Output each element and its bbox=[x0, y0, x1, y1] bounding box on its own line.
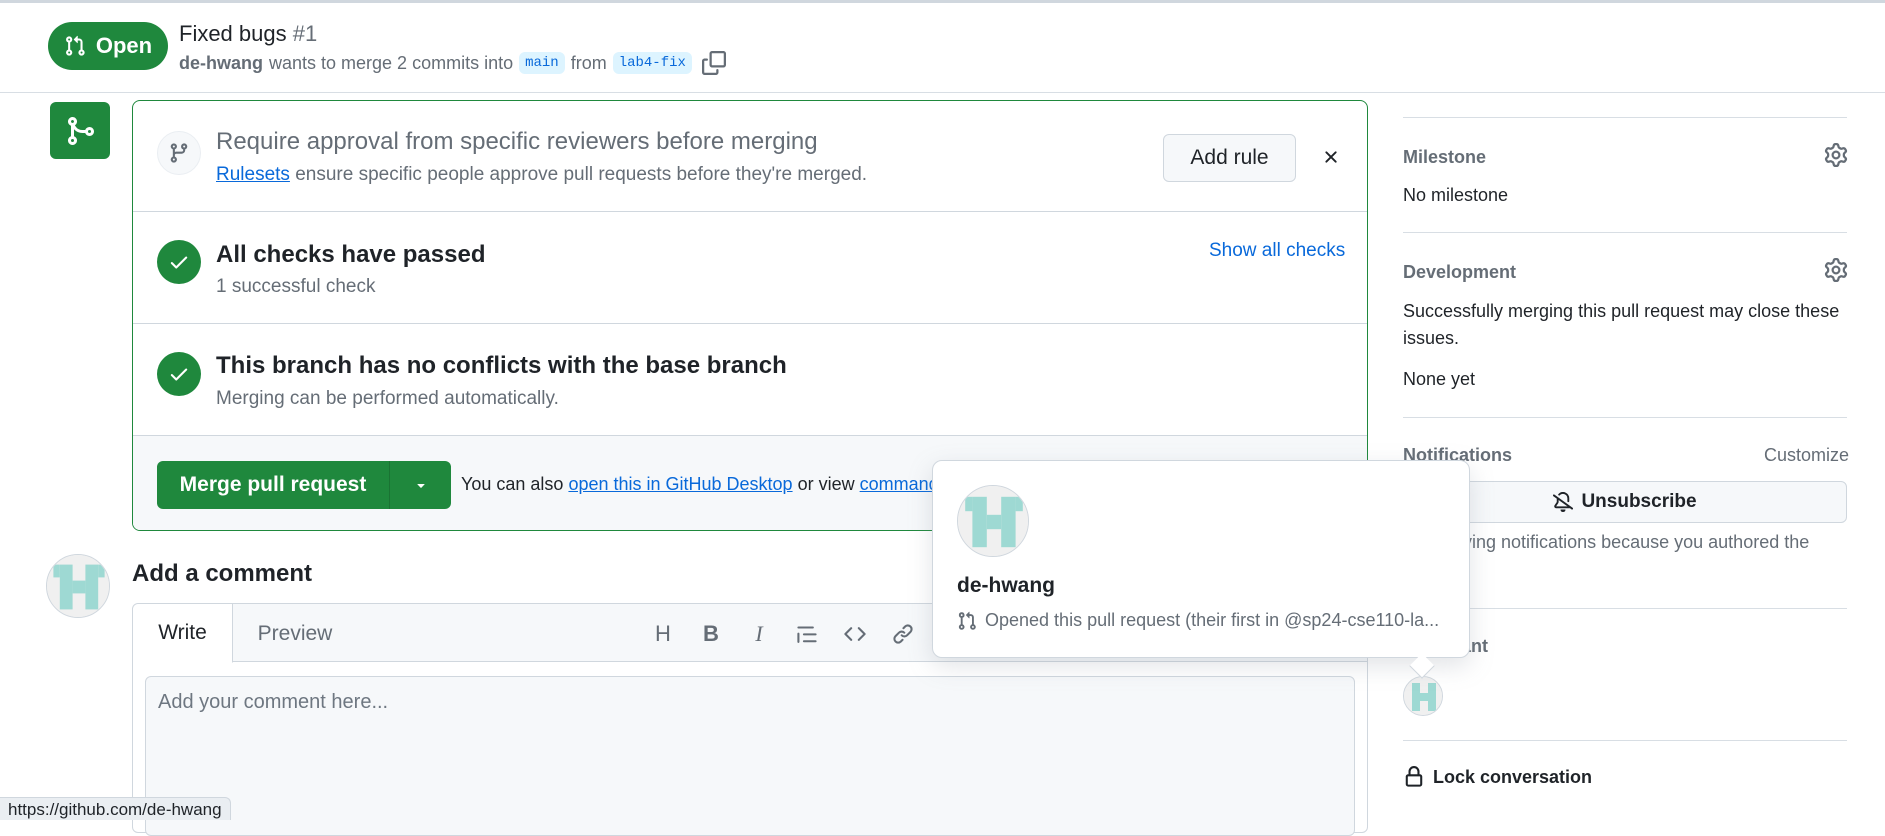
check-icon bbox=[157, 352, 201, 396]
conflicts-title: This branch has no conflicts with the ba… bbox=[216, 352, 787, 379]
checks-row: All checks have passed 1 successful chec… bbox=[133, 212, 1367, 324]
unsubscribe-label: Unsubscribe bbox=[1581, 491, 1697, 512]
command-line-link[interactable]: command bbox=[860, 474, 939, 494]
ruleset-desc-text: ensure specific people approve pull requ… bbox=[295, 164, 868, 185]
merge-button-group: Merge pull request bbox=[157, 461, 451, 509]
head-branch[interactable]: lab4-fix bbox=[612, 52, 692, 74]
github-desktop-link[interactable]: open this in GitHub Desktop bbox=[568, 474, 792, 494]
sidebar-divider bbox=[1403, 417, 1847, 418]
ruleset-row: Require approval from specific reviewers… bbox=[133, 101, 1367, 212]
check-icon bbox=[157, 240, 201, 284]
or-view-text: or view bbox=[797, 474, 855, 494]
link-icon[interactable] bbox=[889, 620, 917, 648]
conflicts-desc: Merging can be performed automatically. bbox=[216, 388, 559, 409]
hovercard-note-text: Opened this pull request (their first in… bbox=[985, 610, 1440, 630]
close-icon[interactable] bbox=[1319, 145, 1343, 169]
git-pull-request-icon bbox=[64, 35, 86, 57]
sidebar-divider bbox=[1403, 117, 1847, 118]
development-value: None yet bbox=[1403, 369, 1476, 389]
also-text: You can also bbox=[461, 474, 564, 494]
code-icon[interactable] bbox=[841, 620, 869, 648]
ruleset-title: Require approval from specific reviewers… bbox=[216, 128, 818, 155]
add-rule-button[interactable]: Add rule bbox=[1163, 134, 1296, 182]
page-title: Fixed bugs #1 bbox=[179, 21, 317, 47]
pr-subtitle: de-hwang wants to merge 2 commits into m… bbox=[179, 51, 726, 75]
development-heading: Development bbox=[1403, 262, 1517, 282]
author-link[interactable]: de-hwang bbox=[179, 53, 263, 74]
base-branch[interactable]: main bbox=[519, 52, 565, 74]
bell-slash-icon bbox=[1553, 492, 1574, 512]
from-text: from bbox=[570, 52, 607, 73]
checks-desc: 1 successful check bbox=[216, 276, 376, 297]
avatar[interactable] bbox=[46, 554, 110, 618]
gear-icon[interactable] bbox=[1824, 143, 1848, 167]
copy-icon[interactable] bbox=[701, 51, 726, 75]
notification-reason: ceiving notifications because you author… bbox=[1440, 532, 1810, 552]
state-label: Open bbox=[95, 33, 153, 58]
merge-alternatives: You can also open this in GitHub Desktop… bbox=[461, 474, 939, 495]
milestone-heading: Milestone bbox=[1403, 147, 1487, 167]
comment-textarea[interactable]: Add your comment here... bbox=[145, 676, 1355, 836]
customize-link[interactable]: Customize bbox=[1764, 445, 1849, 466]
hovercard-note: Opened this pull request (their first in… bbox=[957, 610, 1439, 631]
show-all-checks-link[interactable]: Show all checks bbox=[1209, 240, 1345, 262]
pr-number: #1 bbox=[292, 21, 318, 46]
add-comment-heading: Add a comment bbox=[132, 560, 313, 587]
status-bar-url: https://github.com/de-hwang bbox=[0, 797, 231, 820]
gear-icon[interactable] bbox=[1824, 258, 1848, 282]
lock-label: Lock conversation bbox=[1433, 766, 1593, 787]
bold-icon[interactable]: B bbox=[697, 620, 725, 648]
rulesets-link[interactable]: Rulesets bbox=[216, 164, 290, 185]
git-merge-icon bbox=[50, 102, 110, 159]
branch-icon bbox=[157, 131, 201, 175]
tab-write[interactable]: Write bbox=[133, 604, 233, 663]
quote-icon[interactable] bbox=[793, 620, 821, 648]
user-hovercard: de-hwang Opened this pull request (their… bbox=[932, 460, 1470, 679]
checks-title: All checks have passed bbox=[216, 241, 486, 268]
merge-pull-request-button[interactable]: Merge pull request bbox=[157, 461, 390, 509]
triangle-down-icon bbox=[413, 477, 429, 493]
merge-text: wants to merge 2 commits into bbox=[269, 52, 514, 73]
conflicts-row: This branch has no conflicts with the ba… bbox=[133, 324, 1367, 436]
milestone-value: No milestone bbox=[1403, 185, 1509, 205]
lock-conversation-link[interactable]: Lock conversation bbox=[1403, 766, 1592, 788]
tab-preview[interactable]: Preview bbox=[233, 604, 357, 663]
pr-header: Open Fixed bugs #1 de-hwang wants to mer… bbox=[0, 3, 1885, 93]
sidebar-divider bbox=[1403, 740, 1847, 741]
merge-dropdown-button[interactable] bbox=[390, 461, 451, 509]
state-badge: Open bbox=[48, 22, 168, 70]
italic-icon[interactable]: I bbox=[745, 620, 773, 648]
hovercard-username[interactable]: de-hwang bbox=[957, 574, 1055, 598]
hovercard-pointer bbox=[1409, 653, 1435, 679]
development-text: Successfully merging this pull request m… bbox=[1403, 301, 1840, 348]
pr-title-text: Fixed bugs bbox=[179, 21, 287, 46]
ruleset-desc: Rulesets ensure specific people approve … bbox=[216, 164, 867, 186]
avatar[interactable] bbox=[1403, 676, 1443, 716]
avatar[interactable] bbox=[957, 485, 1029, 557]
lock-icon bbox=[1403, 766, 1425, 788]
heading-icon[interactable]: H bbox=[649, 620, 677, 648]
git-pull-request-icon bbox=[957, 611, 977, 631]
sidebar-divider bbox=[1403, 232, 1847, 233]
